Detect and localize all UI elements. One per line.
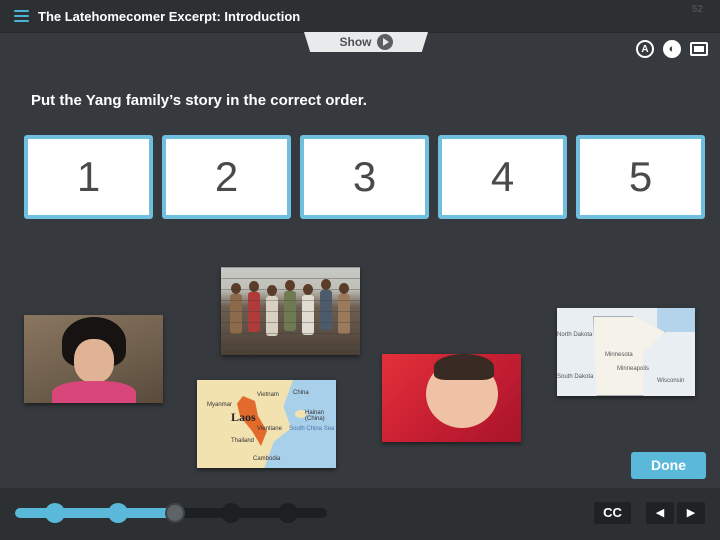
order-slots: 1 2 3 4 5 bbox=[24, 135, 705, 219]
progress-step-1[interactable] bbox=[45, 503, 65, 523]
map-label: South China Sea bbox=[289, 426, 335, 432]
draggable-photo-baby[interactable] bbox=[382, 354, 521, 442]
show-label: Show bbox=[339, 35, 372, 49]
instruction-prompt: Put the Yang family’s story in the corre… bbox=[31, 92, 367, 109]
drop-slot-3[interactable]: 3 bbox=[300, 135, 429, 219]
map-label: China bbox=[293, 390, 309, 396]
progress-step-3[interactable] bbox=[165, 503, 185, 523]
bottom-bar: CC ◀ ▶ bbox=[0, 488, 720, 540]
map-label: Myanmar bbox=[207, 402, 233, 408]
show-tab[interactable]: Show bbox=[304, 32, 428, 52]
draggable-map-laos[interactable]: Myanmar Vietnam China Laos Vientiane Tha… bbox=[197, 380, 336, 468]
done-button[interactable]: Done bbox=[631, 452, 706, 479]
draggable-photo-girl[interactable] bbox=[24, 315, 163, 403]
drop-slot-4[interactable]: 4 bbox=[438, 135, 567, 219]
tool-icons: A ◐ bbox=[636, 40, 708, 58]
cc-button[interactable]: CC bbox=[594, 502, 631, 524]
map-label: North Dakota bbox=[557, 332, 593, 338]
draggable-photo-refugee-crowd[interactable] bbox=[221, 267, 360, 355]
map-title: Laos bbox=[231, 410, 256, 424]
map-label: South Dakota bbox=[557, 374, 594, 380]
progress-fill bbox=[15, 508, 175, 518]
accessibility-icon[interactable]: A bbox=[636, 40, 654, 58]
drop-slot-2[interactable]: 2 bbox=[162, 135, 291, 219]
progress-step-4[interactable] bbox=[221, 503, 241, 523]
next-button[interactable]: ▶ bbox=[677, 502, 705, 524]
progress-step-2[interactable] bbox=[108, 503, 128, 523]
menu-icon[interactable] bbox=[14, 10, 29, 22]
top-bar: The Latehomecomer Excerpt: Introduction … bbox=[0, 0, 720, 33]
page-title: The Latehomecomer Excerpt: Introduction bbox=[38, 9, 301, 24]
map-label: Thailand bbox=[231, 438, 255, 444]
map-label: Vientiane bbox=[257, 426, 282, 432]
progress-step-5[interactable] bbox=[278, 503, 298, 523]
audio-icon[interactable]: ◐ bbox=[663, 40, 681, 58]
draggable-map-minnesota[interactable]: North Dakota South Dakota Minnesota Minn… bbox=[557, 308, 695, 396]
map-label: Minnesota bbox=[605, 352, 633, 358]
drop-slot-1[interactable]: 1 bbox=[24, 135, 153, 219]
map-label: Wisconsin bbox=[657, 378, 685, 384]
play-icon bbox=[376, 34, 393, 50]
drop-slot-5[interactable]: 5 bbox=[576, 135, 705, 219]
page-number: 52 bbox=[691, 4, 703, 15]
map-label: Vietnam bbox=[257, 392, 279, 398]
map-label: Minneapolis bbox=[617, 366, 650, 372]
map-label: Hainan (China) bbox=[305, 410, 325, 422]
prev-button[interactable]: ◀ bbox=[646, 502, 674, 524]
fullscreen-icon[interactable] bbox=[690, 42, 708, 56]
progress-track[interactable] bbox=[15, 503, 327, 523]
map-label: Cambodia bbox=[253, 456, 281, 462]
